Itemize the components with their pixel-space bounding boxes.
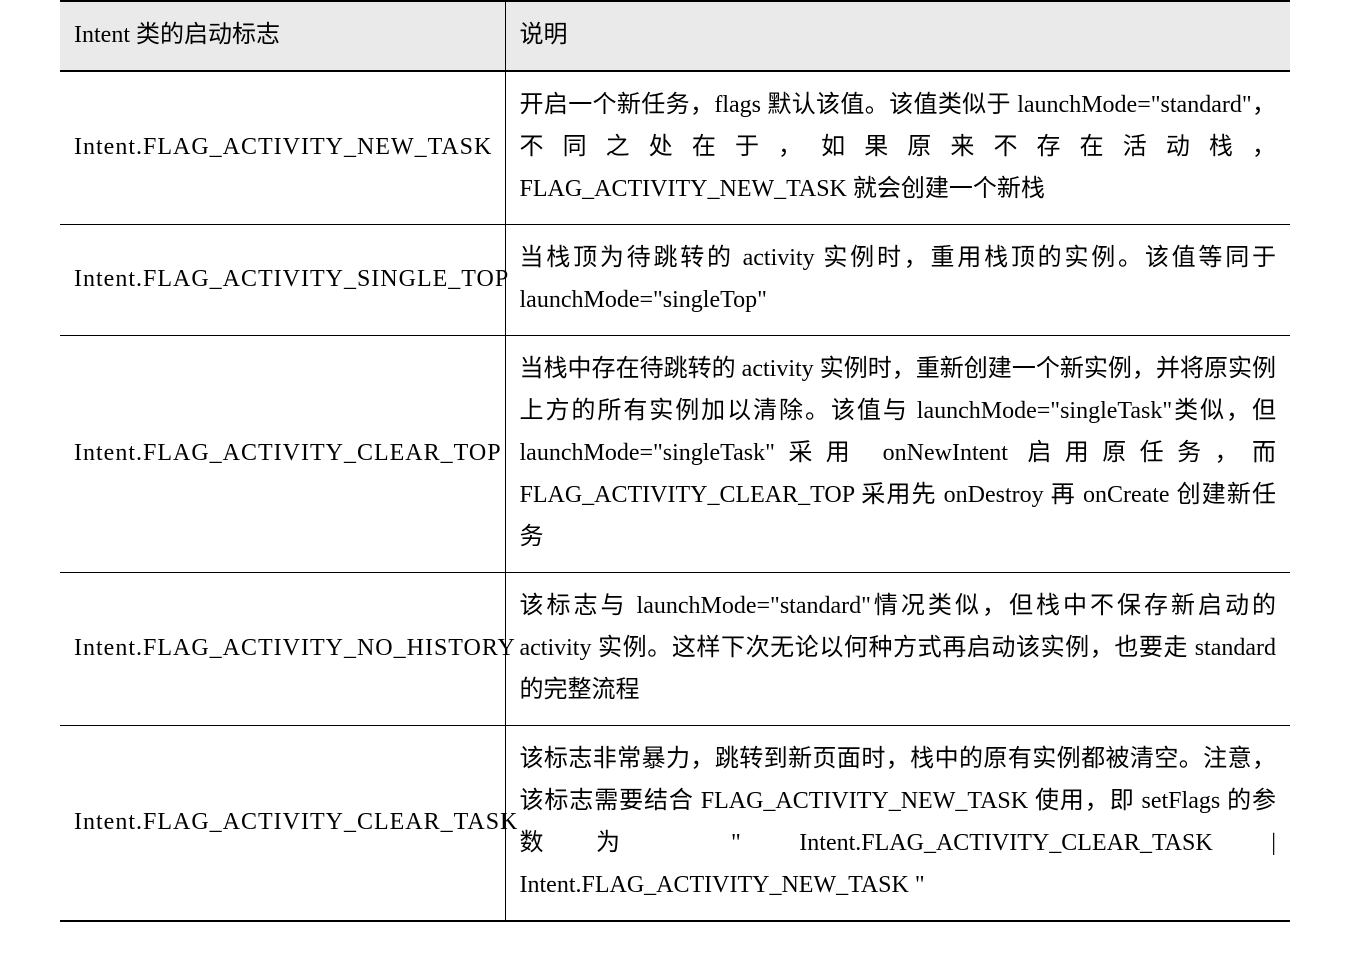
table-row: Intent.FLAG_ACTIVITY_SINGLE_TOP 当栈顶为待跳转的…	[60, 225, 1290, 336]
cell-desc: 当栈顶为待跳转的 activity 实例时，重用栈顶的实例。该值等同于 laun…	[505, 225, 1290, 336]
cell-desc: 当栈中存在待跳转的 activity 实例时，重新创建一个新实例，并将原实例上方…	[505, 336, 1290, 573]
table-row: Intent.FLAG_ACTIVITY_CLEAR_TOP 当栈中存在待跳转的…	[60, 336, 1290, 573]
cell-flag: Intent.FLAG_ACTIVITY_CLEAR_TOP	[60, 336, 505, 573]
header-flag: Intent 类的启动标志	[60, 1, 505, 71]
cell-flag: Intent.FLAG_ACTIVITY_NO_HISTORY	[60, 573, 505, 726]
table-row: Intent.FLAG_ACTIVITY_CLEAR_TASK 该标志非常暴力，…	[60, 726, 1290, 922]
header-desc: 说明	[505, 1, 1290, 71]
table-row: Intent.FLAG_ACTIVITY_NO_HISTORY 该标志与 lau…	[60, 573, 1290, 726]
cell-desc: 该标志与 launchMode="standard"情况类似，但栈中不保存新启动…	[505, 573, 1290, 726]
cell-flag: Intent.FLAG_ACTIVITY_CLEAR_TASK	[60, 726, 505, 922]
table-row: Intent.FLAG_ACTIVITY_NEW_TASK 开启一个新任务，fl…	[60, 71, 1290, 225]
intent-flags-table: Intent 类的启动标志 说明 Intent.FLAG_ACTIVITY_NE…	[60, 0, 1290, 922]
cell-flag: Intent.FLAG_ACTIVITY_SINGLE_TOP	[60, 225, 505, 336]
cell-desc: 该标志非常暴力，跳转到新页面时，栈中的原有实例都被清空。注意，该标志需要结合 F…	[505, 726, 1290, 922]
cell-flag: Intent.FLAG_ACTIVITY_NEW_TASK	[60, 71, 505, 225]
table-header-row: Intent 类的启动标志 说明	[60, 1, 1290, 71]
cell-desc: 开启一个新任务，flags 默认该值。该值类似于 launchMode="sta…	[505, 71, 1290, 225]
